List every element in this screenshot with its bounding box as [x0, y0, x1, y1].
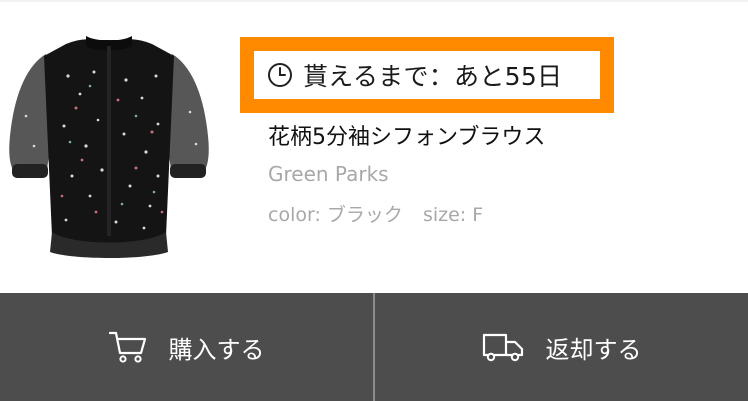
color-attribute: color: ブラック — [268, 204, 403, 226]
top-divider — [0, 0, 748, 2]
return-button[interactable]: 返却する — [375, 293, 748, 401]
size-attribute: size: F — [422, 204, 484, 226]
action-bar: 購入する 返却する — [0, 293, 748, 401]
countdown-badge: 貰えるまで：あと55日 — [240, 37, 614, 113]
product-attributes: color: ブラック size: F — [268, 200, 483, 227]
product-image[interactable] — [6, 36, 212, 258]
rental-item-card: 貰えるまで：あと55日 花柄5分袖シフォンブラウス Green Parks co… — [0, 0, 748, 401]
purchase-label: 購入する — [168, 335, 265, 364]
brand-name: Green Parks — [268, 162, 389, 186]
countdown-text: 貰えるまで：あと55日 — [303, 62, 563, 91]
clock-icon — [268, 63, 292, 87]
return-label: 返却する — [545, 335, 642, 364]
cart-icon — [108, 331, 146, 363]
product-name[interactable]: 花柄5分袖シフォンブラウス — [268, 119, 545, 151]
purchase-button[interactable]: 購入する — [0, 293, 373, 401]
delivery-truck-icon — [482, 333, 523, 362]
